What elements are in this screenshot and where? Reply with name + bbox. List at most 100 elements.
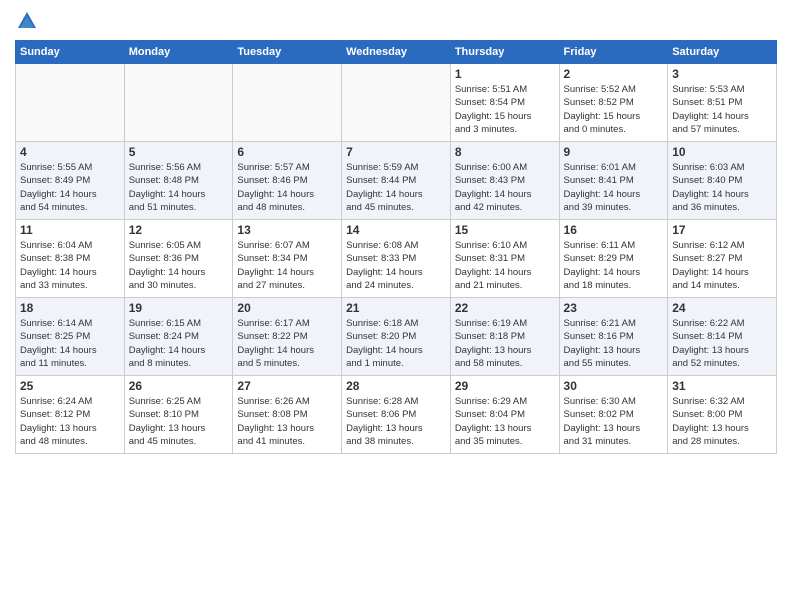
- calendar-day: 2 Sunrise: 5:52 AMSunset: 8:52 PMDaylight…: [559, 64, 668, 142]
- col-header-thursday: Thursday: [450, 41, 559, 64]
- calendar-day: 31Sunrise: 6:32 AMSunset: 8:00 PMDayligh…: [668, 376, 777, 454]
- calendar-day: 13 Sunrise: 6:07 AMSunset: 8:34 PMDayligh…: [233, 220, 342, 298]
- day-info: Sunrise: 6:21 AMSunset: 8:16 PMDaylight:…: [564, 317, 664, 370]
- calendar-week-row: 25Sunrise: 6:24 AMSunset: 8:12 PMDayligh…: [16, 376, 777, 454]
- calendar-day: 16Sunrise: 6:11 AMSunset: 8:29 PMDayligh…: [559, 220, 668, 298]
- day-number: 12: [129, 223, 229, 237]
- day-number: 6: [237, 145, 337, 159]
- day-info: Sunrise: 6:29 AMSunset: 8:04 PMDaylight:…: [455, 395, 555, 448]
- calendar-day: 17 Sunrise: 6:12 AMSunset: 8:27 PMDayligh…: [668, 220, 777, 298]
- day-info: Sunrise: 6:18 AMSunset: 8:20 PMDaylight:…: [346, 317, 446, 370]
- calendar-table: SundayMondayTuesdayWednesdayThursdayFrid…: [15, 40, 777, 454]
- calendar-day: 4 Sunrise: 5:55 AMSunset: 8:49 PMDaylight…: [16, 142, 125, 220]
- day-number: 2: [564, 67, 664, 81]
- day-info: Sunrise: 6:14 AMSunset: 8:25 PMDaylight:…: [20, 317, 120, 370]
- calendar-day: 19 Sunrise: 6:15 AMSunset: 8:24 PMDayligh…: [124, 298, 233, 376]
- calendar-day: [233, 64, 342, 142]
- calendar-day: 24Sunrise: 6:22 AMSunset: 8:14 PMDayligh…: [668, 298, 777, 376]
- calendar-day: 15 Sunrise: 6:10 AMSunset: 8:31 PMDayligh…: [450, 220, 559, 298]
- calendar-week-row: 18 Sunrise: 6:14 AMSunset: 8:25 PMDayligh…: [16, 298, 777, 376]
- calendar-day: 8 Sunrise: 6:00 AMSunset: 8:43 PMDaylight…: [450, 142, 559, 220]
- day-info: Sunrise: 6:12 AMSunset: 8:27 PMDaylight:…: [672, 239, 772, 292]
- calendar-day: 3 Sunrise: 5:53 AMSunset: 8:51 PMDaylight…: [668, 64, 777, 142]
- calendar-week-row: 4 Sunrise: 5:55 AMSunset: 8:49 PMDaylight…: [16, 142, 777, 220]
- day-number: 5: [129, 145, 229, 159]
- day-number: 9: [564, 145, 664, 159]
- day-number: 3: [672, 67, 772, 81]
- page-container: SundayMondayTuesdayWednesdayThursdayFrid…: [0, 0, 792, 464]
- calendar-day: 27 Sunrise: 6:26 AMSunset: 8:08 PMDayligh…: [233, 376, 342, 454]
- day-info: Sunrise: 6:10 AMSunset: 8:31 PMDaylight:…: [455, 239, 555, 292]
- logo: [15, 10, 39, 32]
- calendar-day: 25Sunrise: 6:24 AMSunset: 8:12 PMDayligh…: [16, 376, 125, 454]
- calendar-header-row: SundayMondayTuesdayWednesdayThursdayFrid…: [16, 41, 777, 64]
- day-number: 4: [20, 145, 120, 159]
- day-info: Sunrise: 6:24 AMSunset: 8:12 PMDaylight:…: [20, 395, 120, 448]
- day-number: 8: [455, 145, 555, 159]
- day-info: Sunrise: 6:28 AMSunset: 8:06 PMDaylight:…: [346, 395, 446, 448]
- day-number: 11: [20, 223, 120, 237]
- day-number: 30: [564, 379, 664, 393]
- calendar-day: 9 Sunrise: 6:01 AMSunset: 8:41 PMDaylight…: [559, 142, 668, 220]
- logo-icon: [16, 10, 38, 32]
- day-info: Sunrise: 6:25 AMSunset: 8:10 PMDaylight:…: [129, 395, 229, 448]
- day-info: Sunrise: 5:59 AMSunset: 8:44 PMDaylight:…: [346, 161, 446, 214]
- calendar-day: 18 Sunrise: 6:14 AMSunset: 8:25 PMDayligh…: [16, 298, 125, 376]
- day-number: 23: [564, 301, 664, 315]
- col-header-friday: Friday: [559, 41, 668, 64]
- calendar-day: 23 Sunrise: 6:21 AMSunset: 8:16 PMDayligh…: [559, 298, 668, 376]
- day-info: Sunrise: 6:15 AMSunset: 8:24 PMDaylight:…: [129, 317, 229, 370]
- day-info: Sunrise: 6:08 AMSunset: 8:33 PMDaylight:…: [346, 239, 446, 292]
- day-info: Sunrise: 5:55 AMSunset: 8:49 PMDaylight:…: [20, 161, 120, 214]
- calendar-day: 7 Sunrise: 5:59 AMSunset: 8:44 PMDaylight…: [342, 142, 451, 220]
- calendar-day: 11 Sunrise: 6:04 AMSunset: 8:38 PMDayligh…: [16, 220, 125, 298]
- day-number: 19: [129, 301, 229, 315]
- day-info: Sunrise: 6:07 AMSunset: 8:34 PMDaylight:…: [237, 239, 337, 292]
- day-info: Sunrise: 6:01 AMSunset: 8:41 PMDaylight:…: [564, 161, 664, 214]
- col-header-monday: Monday: [124, 41, 233, 64]
- day-info: Sunrise: 6:03 AMSunset: 8:40 PMDaylight:…: [672, 161, 772, 214]
- day-info: Sunrise: 6:11 AMSunset: 8:29 PMDaylight:…: [564, 239, 664, 292]
- day-info: Sunrise: 5:52 AMSunset: 8:52 PMDaylight:…: [564, 83, 664, 136]
- day-info: Sunrise: 6:05 AMSunset: 8:36 PMDaylight:…: [129, 239, 229, 292]
- calendar-day: 22Sunrise: 6:19 AMSunset: 8:18 PMDayligh…: [450, 298, 559, 376]
- day-number: 29: [455, 379, 555, 393]
- day-number: 18: [20, 301, 120, 315]
- col-header-wednesday: Wednesday: [342, 41, 451, 64]
- day-number: 20: [237, 301, 337, 315]
- calendar-day: [342, 64, 451, 142]
- day-info: Sunrise: 6:30 AMSunset: 8:02 PMDaylight:…: [564, 395, 664, 448]
- calendar-day: 28 Sunrise: 6:28 AMSunset: 8:06 PMDayligh…: [342, 376, 451, 454]
- day-info: Sunrise: 6:26 AMSunset: 8:08 PMDaylight:…: [237, 395, 337, 448]
- day-number: 15: [455, 223, 555, 237]
- day-number: 14: [346, 223, 446, 237]
- col-header-saturday: Saturday: [668, 41, 777, 64]
- calendar-day: 12 Sunrise: 6:05 AMSunset: 8:36 PMDayligh…: [124, 220, 233, 298]
- calendar-day: 5 Sunrise: 5:56 AMSunset: 8:48 PMDaylight…: [124, 142, 233, 220]
- calendar-day: [124, 64, 233, 142]
- day-info: Sunrise: 6:22 AMSunset: 8:14 PMDaylight:…: [672, 317, 772, 370]
- day-number: 7: [346, 145, 446, 159]
- calendar-day: 21 Sunrise: 6:18 AMSunset: 8:20 PMDayligh…: [342, 298, 451, 376]
- day-number: 28: [346, 379, 446, 393]
- calendar-day: [16, 64, 125, 142]
- day-number: 13: [237, 223, 337, 237]
- calendar-week-row: 11 Sunrise: 6:04 AMSunset: 8:38 PMDayligh…: [16, 220, 777, 298]
- page-header: [15, 10, 777, 32]
- day-number: 1: [455, 67, 555, 81]
- day-number: 26: [129, 379, 229, 393]
- day-info: Sunrise: 6:00 AMSunset: 8:43 PMDaylight:…: [455, 161, 555, 214]
- day-number: 10: [672, 145, 772, 159]
- calendar-day: 1Sunrise: 5:51 AMSunset: 8:54 PMDaylight…: [450, 64, 559, 142]
- day-number: 31: [672, 379, 772, 393]
- day-number: 21: [346, 301, 446, 315]
- day-info: Sunrise: 5:56 AMSunset: 8:48 PMDaylight:…: [129, 161, 229, 214]
- day-number: 27: [237, 379, 337, 393]
- day-info: Sunrise: 6:04 AMSunset: 8:38 PMDaylight:…: [20, 239, 120, 292]
- calendar-day: 30 Sunrise: 6:30 AMSunset: 8:02 PMDayligh…: [559, 376, 668, 454]
- day-number: 17: [672, 223, 772, 237]
- day-info: Sunrise: 5:57 AMSunset: 8:46 PMDaylight:…: [237, 161, 337, 214]
- day-info: Sunrise: 5:53 AMSunset: 8:51 PMDaylight:…: [672, 83, 772, 136]
- calendar-day: 14 Sunrise: 6:08 AMSunset: 8:33 PMDayligh…: [342, 220, 451, 298]
- day-info: Sunrise: 6:19 AMSunset: 8:18 PMDaylight:…: [455, 317, 555, 370]
